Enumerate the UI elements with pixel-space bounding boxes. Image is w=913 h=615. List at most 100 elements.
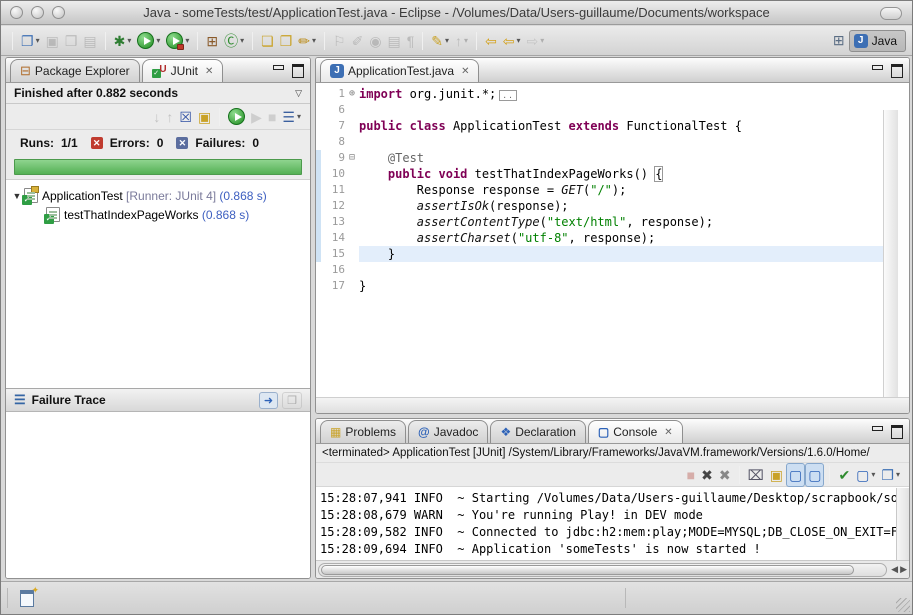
minimize-button[interactable] <box>272 64 284 74</box>
new-wizard-button[interactable]: ❐▾ <box>18 29 43 53</box>
code-line[interactable]: 11 Response response = GET("/"); <box>316 182 883 198</box>
new-java-project-button[interactable]: ⊞ <box>203 29 221 53</box>
display-console-button[interactable]: ▢▾ <box>853 463 878 487</box>
scroll-left-icon[interactable]: ◀ <box>891 564 898 575</box>
fast-view-button[interactable] <box>20 590 34 607</box>
scroll-lock-button[interactable]: ▣ <box>767 463 786 487</box>
code-line[interactable]: 14 assertCharset("utf-8", response); <box>316 230 883 246</box>
code-text: } <box>359 246 883 262</box>
test-view-menu-button[interactable]: ☰▾ <box>279 105 304 129</box>
remove-launch-button[interactable]: ✖ <box>698 463 716 487</box>
junit-test-row[interactable]: ▼✓ApplicationTest [Runner: JUnit 4] (0.8… <box>6 186 310 205</box>
declaration-icon: ❖ <box>500 425 511 439</box>
debug-button[interactable]: ✱▾ <box>111 29 135 53</box>
minimize-button[interactable] <box>871 64 883 74</box>
zoom-window-button[interactable] <box>52 6 65 19</box>
editor-overview-ruler[interactable] <box>897 110 909 397</box>
close-window-button[interactable] <box>10 6 23 19</box>
code-line[interactable]: 7public class ApplicationTest extends Fu… <box>316 118 883 134</box>
main-toolbar-items: ❐▾▣❒▤✱▾▾▾⊞Ⓒ▾❏❐✏▾⚐✐◉▤¶✎▾↑▾⇦⇦▾⇨▾ <box>7 29 547 53</box>
code-line[interactable]: 6 <box>316 102 883 118</box>
code-line[interactable]: 15 } <box>316 246 883 262</box>
editor-body[interactable]: 1⊕import org.junit.*;..67public class Ap… <box>316 84 909 413</box>
scroll-lock-button[interactable]: ▣ <box>195 105 214 129</box>
open-type-button[interactable]: ❏ <box>258 29 277 53</box>
editor-vertical-scrollbar[interactable] <box>883 110 897 397</box>
line-number: 13 <box>321 214 345 230</box>
dropdown-arrow-icon: ▾ <box>36 36 40 45</box>
title-bar: Java - someTests/test/ApplicationTest.ja… <box>1 1 912 25</box>
resize-grip[interactable] <box>896 598 910 612</box>
tab-console[interactable]: ▢ Console ✕ <box>588 420 683 443</box>
code-line[interactable]: 1⊕import org.junit.*;.. <box>316 86 883 102</box>
close-icon[interactable]: ✕ <box>205 66 213 77</box>
code-line[interactable]: 9⊟ @Test <box>316 150 883 166</box>
code-line[interactable]: 13 assertContentType("text/html", respon… <box>316 214 883 230</box>
code-segment: GET <box>561 183 583 197</box>
code-line[interactable]: 16 <box>316 262 883 278</box>
mark-occurrences-icon: ⚐ <box>333 33 346 49</box>
fold-marker-icon[interactable]: ⊟ <box>345 150 359 166</box>
tab-junit[interactable]: ✓U JUnit ✕ <box>142 59 224 82</box>
minimize-button[interactable] <box>871 425 883 435</box>
back-to-junit-icon: ⇦ <box>485 33 497 49</box>
show-stdout-toggle[interactable]: ▢ <box>786 463 805 487</box>
tab-applicationtest-java[interactable]: J ApplicationTest.java ✕ <box>320 59 479 82</box>
pin-console-button[interactable]: ✔ <box>835 463 853 487</box>
scroll-lock-icon: ▣ <box>770 467 783 483</box>
search-button[interactable]: ✏▾ <box>295 29 319 53</box>
toolbar-toggle-button[interactable] <box>880 7 902 20</box>
code-segment: void <box>439 167 468 181</box>
code-line[interactable]: 10 public void testThatIndexPageWorks() … <box>316 166 883 182</box>
code-segment: org.junit.*; <box>402 87 496 101</box>
check-icon: ✓ <box>44 214 54 224</box>
tab-package-explorer[interactable]: ⊟ Package Explorer <box>10 59 140 82</box>
line-number: 9 <box>321 150 345 166</box>
fold-marker-icon[interactable]: ⊕ <box>345 86 359 102</box>
code-line[interactable]: 8 <box>316 134 883 150</box>
java-perspective-button[interactable]: J Java <box>849 30 906 52</box>
stack-trace-filter-button[interactable]: ➜ <box>259 392 278 409</box>
code-segment: assertContentType <box>417 215 540 229</box>
back-to-junit-button[interactable]: ⇦ <box>482 29 500 53</box>
view-menu-chevron-icon[interactable]: ▽ <box>295 88 302 99</box>
back-button[interactable]: ⇦▾ <box>500 29 524 53</box>
code-text: assertIsOk(response); <box>359 198 883 214</box>
minimize-window-button[interactable] <box>31 6 44 19</box>
run-last-launched-button[interactable]: ▾ <box>163 29 192 53</box>
remove-all-terminated-button[interactable]: ✖ <box>716 463 734 487</box>
open-resource-icon: ❐ <box>280 33 293 49</box>
last-edit-location-button[interactable]: ✎▾ <box>428 29 452 53</box>
dropdown-arrow-icon: ▾ <box>540 36 544 45</box>
close-icon[interactable]: ✕ <box>664 427 672 438</box>
open-resource-button[interactable]: ❐ <box>277 29 296 53</box>
tab-declaration[interactable]: ❖ Declaration <box>490 420 585 443</box>
new-class-button[interactable]: Ⓒ▾ <box>221 29 247 53</box>
code-line[interactable]: 12 assertIsOk(response); <box>316 198 883 214</box>
scroll-right-icon[interactable]: ▶ <box>900 564 907 575</box>
clear-console-button[interactable]: ⌧ <box>745 463 767 487</box>
console-output[interactable]: 15:28:07,941 INFO ~ Starting /Volumes/Da… <box>316 488 896 560</box>
close-icon[interactable]: ✕ <box>461 66 469 77</box>
maximize-button[interactable] <box>292 64 304 74</box>
code-area[interactable]: 1⊕import org.junit.*;..67public class Ap… <box>316 86 883 397</box>
tab-javadoc[interactable]: @ Javadoc <box>408 420 488 443</box>
run-button[interactable]: ▾ <box>134 29 163 53</box>
editor-horizontal-scrollbar[interactable] <box>316 397 909 413</box>
open-perspective-button[interactable]: ⊞ <box>833 32 845 49</box>
console-vertical-scrollbar[interactable] <box>896 488 909 560</box>
code-text <box>359 102 883 118</box>
rerun-test-button[interactable] <box>225 105 248 129</box>
scrollbar-thumb[interactable] <box>321 565 854 575</box>
show-stderr-toggle[interactable]: ▢ <box>805 463 824 487</box>
console-horizontal-scrollbar[interactable]: ◀ ▶ <box>316 560 909 578</box>
junit-test-row[interactable]: ✓testThatIndexPageWorks (0.868 s) <box>6 205 310 224</box>
maximize-button[interactable] <box>891 425 903 435</box>
externalize-strings-icon: ✐ <box>352 33 364 49</box>
tab-problems[interactable]: ▦ Problems <box>320 420 406 443</box>
scrollbar-track[interactable] <box>318 563 887 577</box>
code-line[interactable]: 17} <box>316 278 883 294</box>
failures-only-button[interactable]: ☒ <box>176 105 195 129</box>
open-console-button[interactable]: ❐▾ <box>878 463 903 487</box>
maximize-button[interactable] <box>891 64 903 74</box>
